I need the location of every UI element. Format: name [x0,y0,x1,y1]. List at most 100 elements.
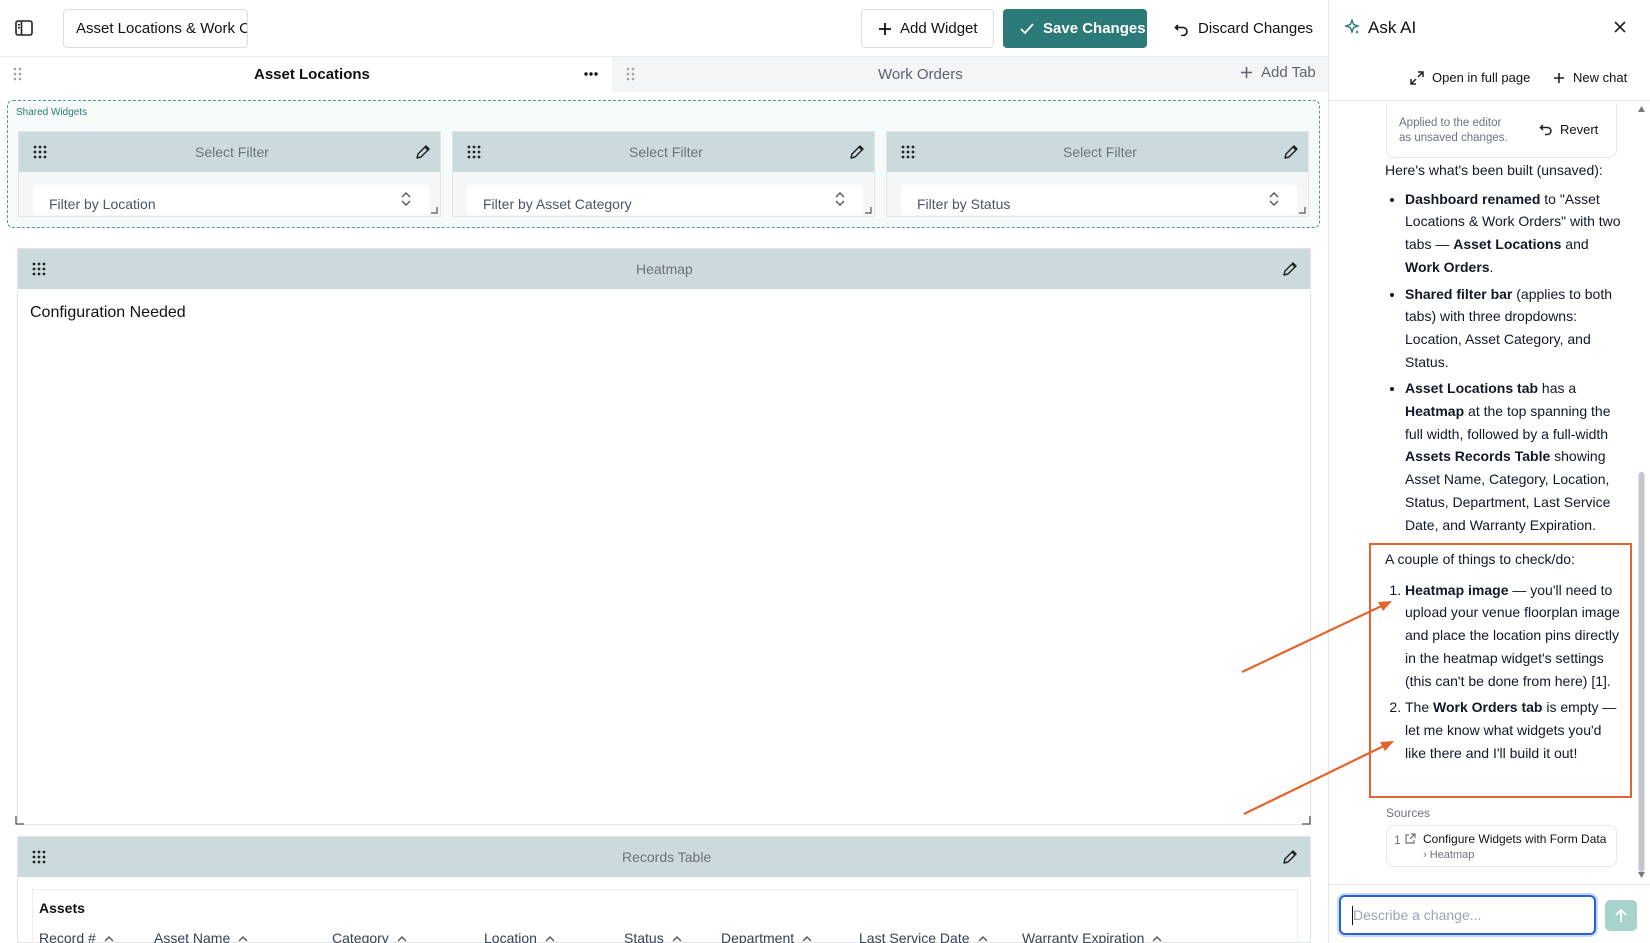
sort-icon [672,930,682,943]
grip-icon[interactable] [33,145,47,159]
tab-work-orders[interactable] [612,57,1328,92]
widget-title: Select Filter [1063,144,1137,160]
summary-emphasis: Work Orders [1405,258,1490,275]
discard-changes-button[interactable]: Discard Changes [1158,9,1313,48]
chevron-updown-icon [834,191,846,207]
summary-item: Dashboard renamed to "Asset Locations & … [1405,188,1625,279]
widget-title: Heatmap [636,261,693,277]
column-header[interactable]: Department [721,930,812,943]
external-link-icon [1405,833,1416,844]
summary-emphasis: Asset Locations tab [1405,380,1539,397]
select-placeholder: Filter by Status [917,196,1011,212]
panel-title: Ask AI [1368,18,1417,37]
revert-button[interactable]: Revert [1539,122,1598,137]
save-changes-button[interactable]: Save Changes [1003,9,1147,48]
edit-pencil-icon[interactable] [1282,261,1298,277]
widget-title: Select Filter [195,144,269,160]
column-header[interactable]: Location [484,930,555,943]
select-placeholder: Filter by Asset Category [483,196,632,212]
asset-category-filter-select[interactable]: Filter by Asset Category [467,185,863,215]
column-header[interactable]: Status [624,930,682,943]
summary-item: Asset Locations tab has a Heatmap at the… [1405,377,1625,536]
resize-handle-icon[interactable] [15,815,25,825]
grip-icon[interactable] [901,145,915,159]
arrow-up-icon [1614,908,1628,923]
expand-icon [1410,70,1424,85]
column-header-label: Warranty Expiration [1022,930,1145,943]
column-header-label: Status [624,930,664,943]
resize-handle-icon[interactable] [1299,207,1306,214]
applied-note: Applied to the editor as unsaved changes… [1399,116,1508,146]
annotation-arrow [1241,601,1391,673]
dashboard-title-input[interactable]: Asset Locations & Work C [63,9,248,48]
chat-scrollbar[interactable] [1637,104,1646,880]
widget-header: Select Filter [453,132,874,172]
column-header[interactable]: Category [332,930,407,943]
resize-handle-icon[interactable] [865,207,872,214]
add-widget-button[interactable]: Add Widget [861,9,994,48]
edit-pencil-icon[interactable] [415,144,431,160]
widget-title: Records Table [622,849,712,865]
new-chat-button[interactable]: New chat [1553,70,1627,85]
filter-widget-location: Select Filter Filter by Location [18,131,441,217]
add-tab-button[interactable]: Add Tab [1240,64,1316,81]
applied-changes-card: Applied to the editor as unsaved changes… [1386,104,1617,158]
resize-handle-icon[interactable] [431,207,438,214]
summary-emphasis: Heatmap [1405,403,1465,420]
divider [1328,100,1650,101]
filter-widget-asset-category: Select Filter Filter by Asset Category [452,131,875,217]
sort-icon [1152,930,1162,943]
column-header-label: Category [332,930,389,943]
records-table-container: Assets Record # Asset Name Category Locatio… [32,889,1298,943]
drag-handle-icon[interactable] [626,66,636,82]
column-header[interactable]: Asset Name [154,930,248,943]
save-changes-label: Save Changes [1043,20,1146,37]
edit-pencil-icon[interactable] [849,144,865,160]
sort-icon [104,930,114,943]
send-button[interactable] [1605,900,1637,931]
summary-text: . [1489,258,1494,275]
column-header-label: Location [484,930,537,943]
select-placeholder: Filter by Location [49,196,156,212]
widget-header: Select Filter [19,132,440,172]
sort-icon [978,930,988,943]
source-number: 1 [1394,833,1401,847]
sparkle-icon [1344,19,1360,35]
applied-note-line: as unsaved changes. [1399,132,1508,144]
edit-pencil-icon[interactable] [1283,144,1299,160]
grip-icon[interactable] [32,850,46,864]
add-widget-label: Add Widget [900,20,978,37]
summary-text: and [1561,236,1589,253]
plus-icon [1553,72,1565,84]
sidebar-toggle-icon[interactable] [13,17,35,39]
close-icon[interactable] [1613,20,1627,34]
sort-icon [397,930,407,943]
plus-icon [878,22,892,36]
open-full-page-label: Open in full page [1432,70,1531,85]
table-title: Assets [39,900,85,916]
tab-work-orders-label: Work Orders [878,66,963,83]
location-filter-select[interactable]: Filter by Location [33,185,429,215]
source-title: Configure Widgets with Form Data [1423,832,1607,846]
grip-icon[interactable] [467,145,481,159]
summary-emphasis: Dashboard renamed [1405,190,1541,207]
grip-icon[interactable] [32,262,46,276]
status-filter-select[interactable]: Filter by Status [901,185,1297,215]
ai-message: Here's what's been built (unsaved): Dash… [1385,159,1625,540]
open-full-page-button[interactable]: Open in full page [1410,70,1530,85]
chat-input[interactable]: Describe a change... [1339,895,1596,935]
more-options-icon[interactable] [583,67,599,81]
column-header[interactable]: Last Service Date [859,930,988,943]
chevron-updown-icon [400,191,412,207]
edit-pencil-icon[interactable] [1282,849,1298,865]
source-subtitle: › Heatmap [1423,849,1475,861]
annotation-arrow [1243,741,1393,815]
column-header[interactable]: Warranty Expiration [1022,930,1162,943]
check-icon [1019,22,1035,36]
column-header[interactable]: Record # [39,930,114,943]
widget-header: Select Filter [887,132,1308,172]
drag-handle-icon[interactable] [13,66,23,82]
column-header-label: Department [721,930,795,943]
widget-header: Records Table [18,837,1310,877]
source-link-card[interactable]: 1 Configure Widgets with Form Data › Hea… [1386,825,1617,867]
